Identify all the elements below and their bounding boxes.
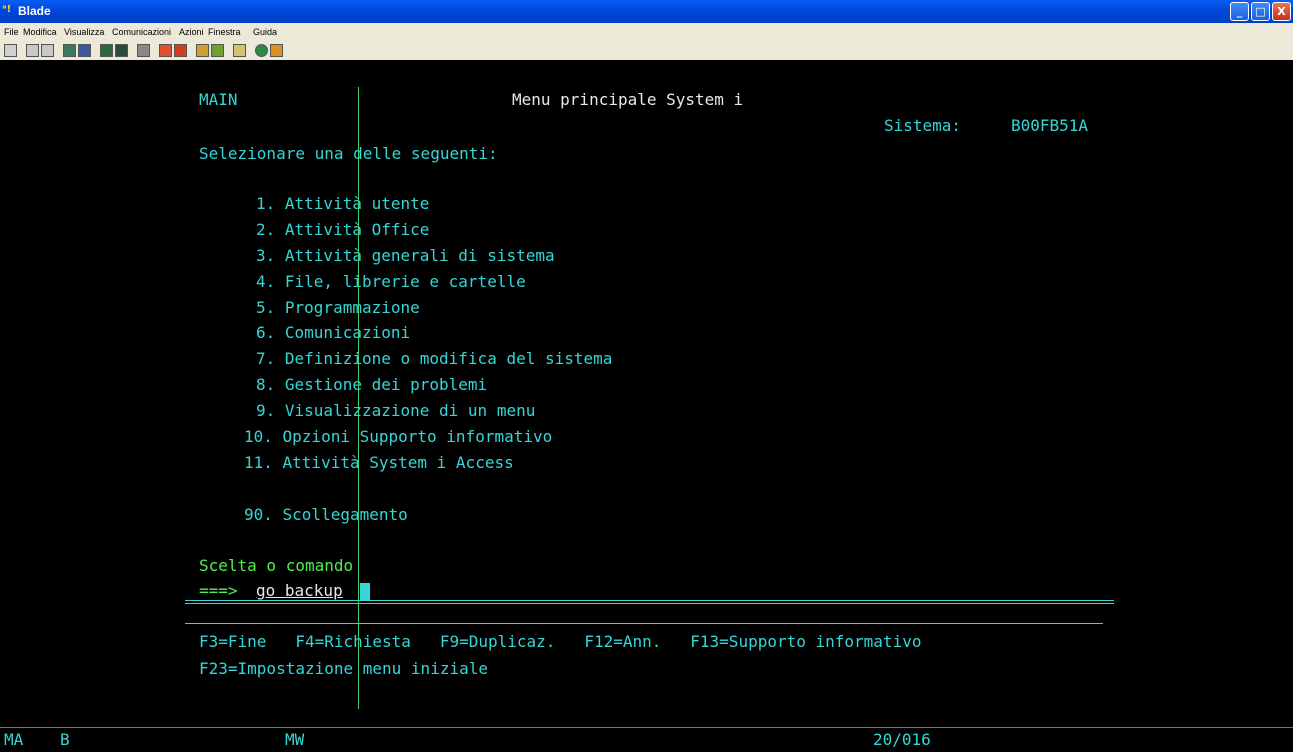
function-keys-line-1: F3=Fine F4=Richiesta F9=Duplicaz. F12=An… — [199, 632, 922, 651]
keyboard-icon[interactable] — [115, 44, 128, 57]
window-title-bar[interactable]: ᵃ! Blade _ □ X — [0, 0, 1293, 23]
app-icon: ᵃ! — [2, 4, 12, 15]
signoff-option[interactable]: 90. Scollegamento — [244, 506, 408, 524]
clipboard-icon[interactable] — [233, 44, 246, 57]
cursor-position: 20/016 — [873, 730, 931, 749]
menu-option[interactable]: 2. Attività Office — [256, 221, 429, 239]
system-label: Sistema: — [884, 116, 962, 135]
status-session: MW — [285, 730, 305, 749]
menu-bar: File Modifica Visualizza Comunicazioni A… — [0, 23, 1293, 42]
menu-option[interactable]: 7. Definizione o modifica del sistema — [256, 350, 612, 368]
menu-file[interactable]: File — [4, 27, 19, 37]
minimize-button[interactable]: _ — [1230, 2, 1249, 21]
paste-icon[interactable] — [41, 44, 54, 57]
print-screen-icon[interactable] — [4, 44, 17, 57]
send-icon[interactable] — [63, 44, 76, 57]
command-underline — [185, 603, 1114, 604]
command-input[interactable]: go backup — [256, 582, 343, 600]
receive-icon[interactable] — [78, 44, 91, 57]
menu-option[interactable]: 8. Gestione dei problemi — [256, 376, 487, 394]
display-icon[interactable] — [100, 44, 113, 57]
menu-finestra[interactable]: Finestra — [208, 27, 241, 37]
separator-line — [185, 623, 1103, 624]
toolbar — [0, 42, 1293, 61]
menu-option[interactable]: 3. Attività generali di sistema — [256, 247, 555, 265]
macro-icon[interactable] — [137, 44, 150, 57]
menu-option[interactable]: 11. Attività System i Access — [244, 454, 514, 472]
selection-prompt: Selezionare una delle seguenti: — [199, 144, 498, 163]
menu-option[interactable]: 6. Comunicazioni — [256, 324, 410, 342]
menu-azioni[interactable]: Azioni — [179, 27, 204, 37]
help-icon[interactable] — [270, 44, 283, 57]
menu-visualizza[interactable]: Visualizza — [64, 27, 104, 37]
window-title: Blade — [18, 4, 51, 18]
menu-modifica[interactable]: Modifica — [23, 27, 57, 37]
record-icon[interactable] — [159, 44, 172, 57]
menu-option[interactable]: 10. Opzioni Supporto informativo — [244, 428, 552, 446]
play-icon[interactable] — [174, 44, 187, 57]
status-indicator: B — [60, 730, 70, 749]
command-underline — [185, 600, 1114, 601]
command-label: Scelta o comando — [199, 556, 354, 575]
command-arrow: ===> — [199, 581, 238, 600]
menu-comunicazioni[interactable]: Comunicazioni — [112, 27, 171, 37]
menu-id: MAIN — [199, 90, 238, 109]
globe-icon[interactable] — [255, 44, 268, 57]
transfer-receive-icon[interactable] — [211, 44, 224, 57]
close-button[interactable]: X — [1272, 2, 1291, 21]
menu-option[interactable]: 9. Visualizzazione di un menu — [256, 402, 535, 420]
screen-title: Menu principale System i — [512, 90, 744, 109]
terminal-screen[interactable]: MAIN Menu principale System i Sistema: B… — [0, 60, 1293, 728]
maximize-button[interactable]: □ — [1251, 2, 1270, 21]
copy-icon[interactable] — [26, 44, 39, 57]
menu-option[interactable]: 1. Attività utente — [256, 195, 429, 213]
menu-guida[interactable]: Guida — [253, 27, 277, 37]
transfer-send-icon[interactable] — [196, 44, 209, 57]
menu-option[interactable]: 4. File, librerie e cartelle — [256, 273, 526, 291]
text-cursor — [360, 583, 370, 601]
function-keys-line-2: F23=Impostazione menu iniziale — [199, 659, 488, 678]
status-bar: MA B MW 20/016 — [0, 727, 1293, 752]
menu-option[interactable]: 5. Programmazione — [256, 299, 420, 317]
system-name: B00FB51A — [1011, 116, 1089, 135]
ruler-line — [358, 87, 359, 709]
status-mode: MA — [4, 730, 24, 749]
